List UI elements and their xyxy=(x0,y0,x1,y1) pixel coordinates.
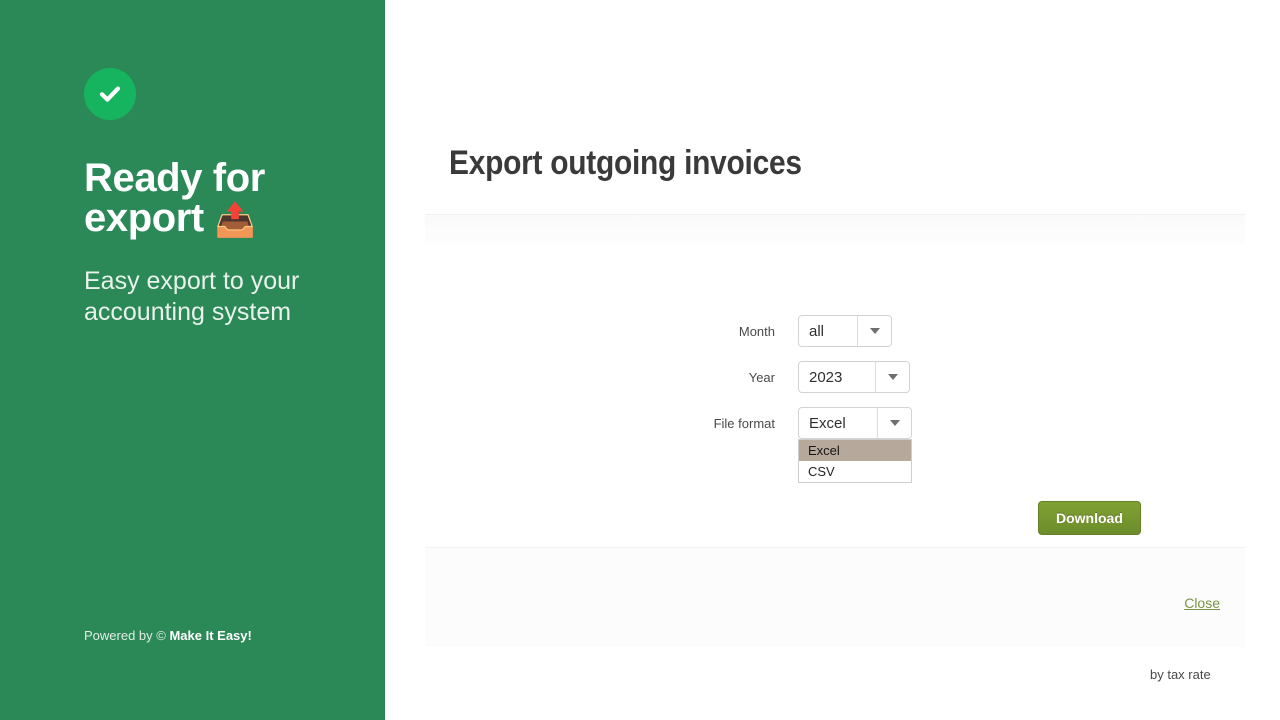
main-content: Export outgoing invoices Month all Year … xyxy=(385,0,1280,720)
file-format-option-excel[interactable]: Excel xyxy=(799,440,911,461)
promo-sidebar: Ready for export 📤 Easy export to your a… xyxy=(0,0,385,720)
form-row-year: Year 2023 xyxy=(580,361,910,393)
sidebar-footer: Powered by © Make It Easy! xyxy=(84,628,252,643)
page-title: Export outgoing invoices xyxy=(449,144,802,182)
file-format-label: File format xyxy=(713,415,775,431)
sidebar-title: Ready for export 📤 xyxy=(84,158,334,238)
chevron-down-icon xyxy=(869,328,880,334)
form-row-month: Month all xyxy=(580,315,892,347)
sidebar-title-line1: Ready for xyxy=(84,156,265,200)
tax-rate-note: by tax rate xyxy=(1150,667,1211,682)
chevron-down-icon xyxy=(887,374,898,380)
panel-body: Month all Year 2023 File format Excel Ex… xyxy=(425,244,1245,682)
sidebar-footer-prefix: Powered by © xyxy=(84,628,166,643)
export-panel: Month all Year 2023 File format Excel Ex… xyxy=(425,214,1245,682)
sidebar-footer-brand: Make It Easy! xyxy=(169,628,252,643)
year-select[interactable]: 2023 xyxy=(798,361,910,393)
chevron-down-icon xyxy=(889,420,900,426)
file-format-select-value: Excel xyxy=(809,414,846,432)
year-select-arrow-button[interactable] xyxy=(875,362,909,392)
file-format-option-csv[interactable]: CSV xyxy=(799,461,911,482)
export-invoices-screen: Ready for export 📤 Easy export to your a… xyxy=(0,0,1280,720)
month-select[interactable]: all xyxy=(798,315,892,347)
outbox-tray-icon: 📤 xyxy=(214,201,256,238)
month-select-arrow-button[interactable] xyxy=(857,316,891,346)
form-row-file-format: File format Excel Excel CSV xyxy=(580,407,912,483)
month-label: Month xyxy=(738,323,775,339)
file-format-options-list: Excel CSV xyxy=(798,439,912,483)
file-format-select[interactable]: Excel Excel CSV xyxy=(798,407,912,483)
check-circle-icon xyxy=(84,68,136,120)
panel-footer: Close xyxy=(425,547,1245,647)
sidebar-subtitle: Easy export to your accounting system xyxy=(84,267,300,326)
sidebar-title-line2: export xyxy=(84,196,204,240)
month-select-value: all xyxy=(809,322,825,340)
panel-header-strip xyxy=(425,214,1245,244)
close-link[interactable]: Close xyxy=(1184,595,1220,611)
year-select-value: 2023 xyxy=(809,368,843,386)
file-format-select-arrow-button[interactable] xyxy=(877,408,911,438)
year-label: Year xyxy=(748,369,775,385)
download-button[interactable]: Download xyxy=(1038,501,1141,535)
